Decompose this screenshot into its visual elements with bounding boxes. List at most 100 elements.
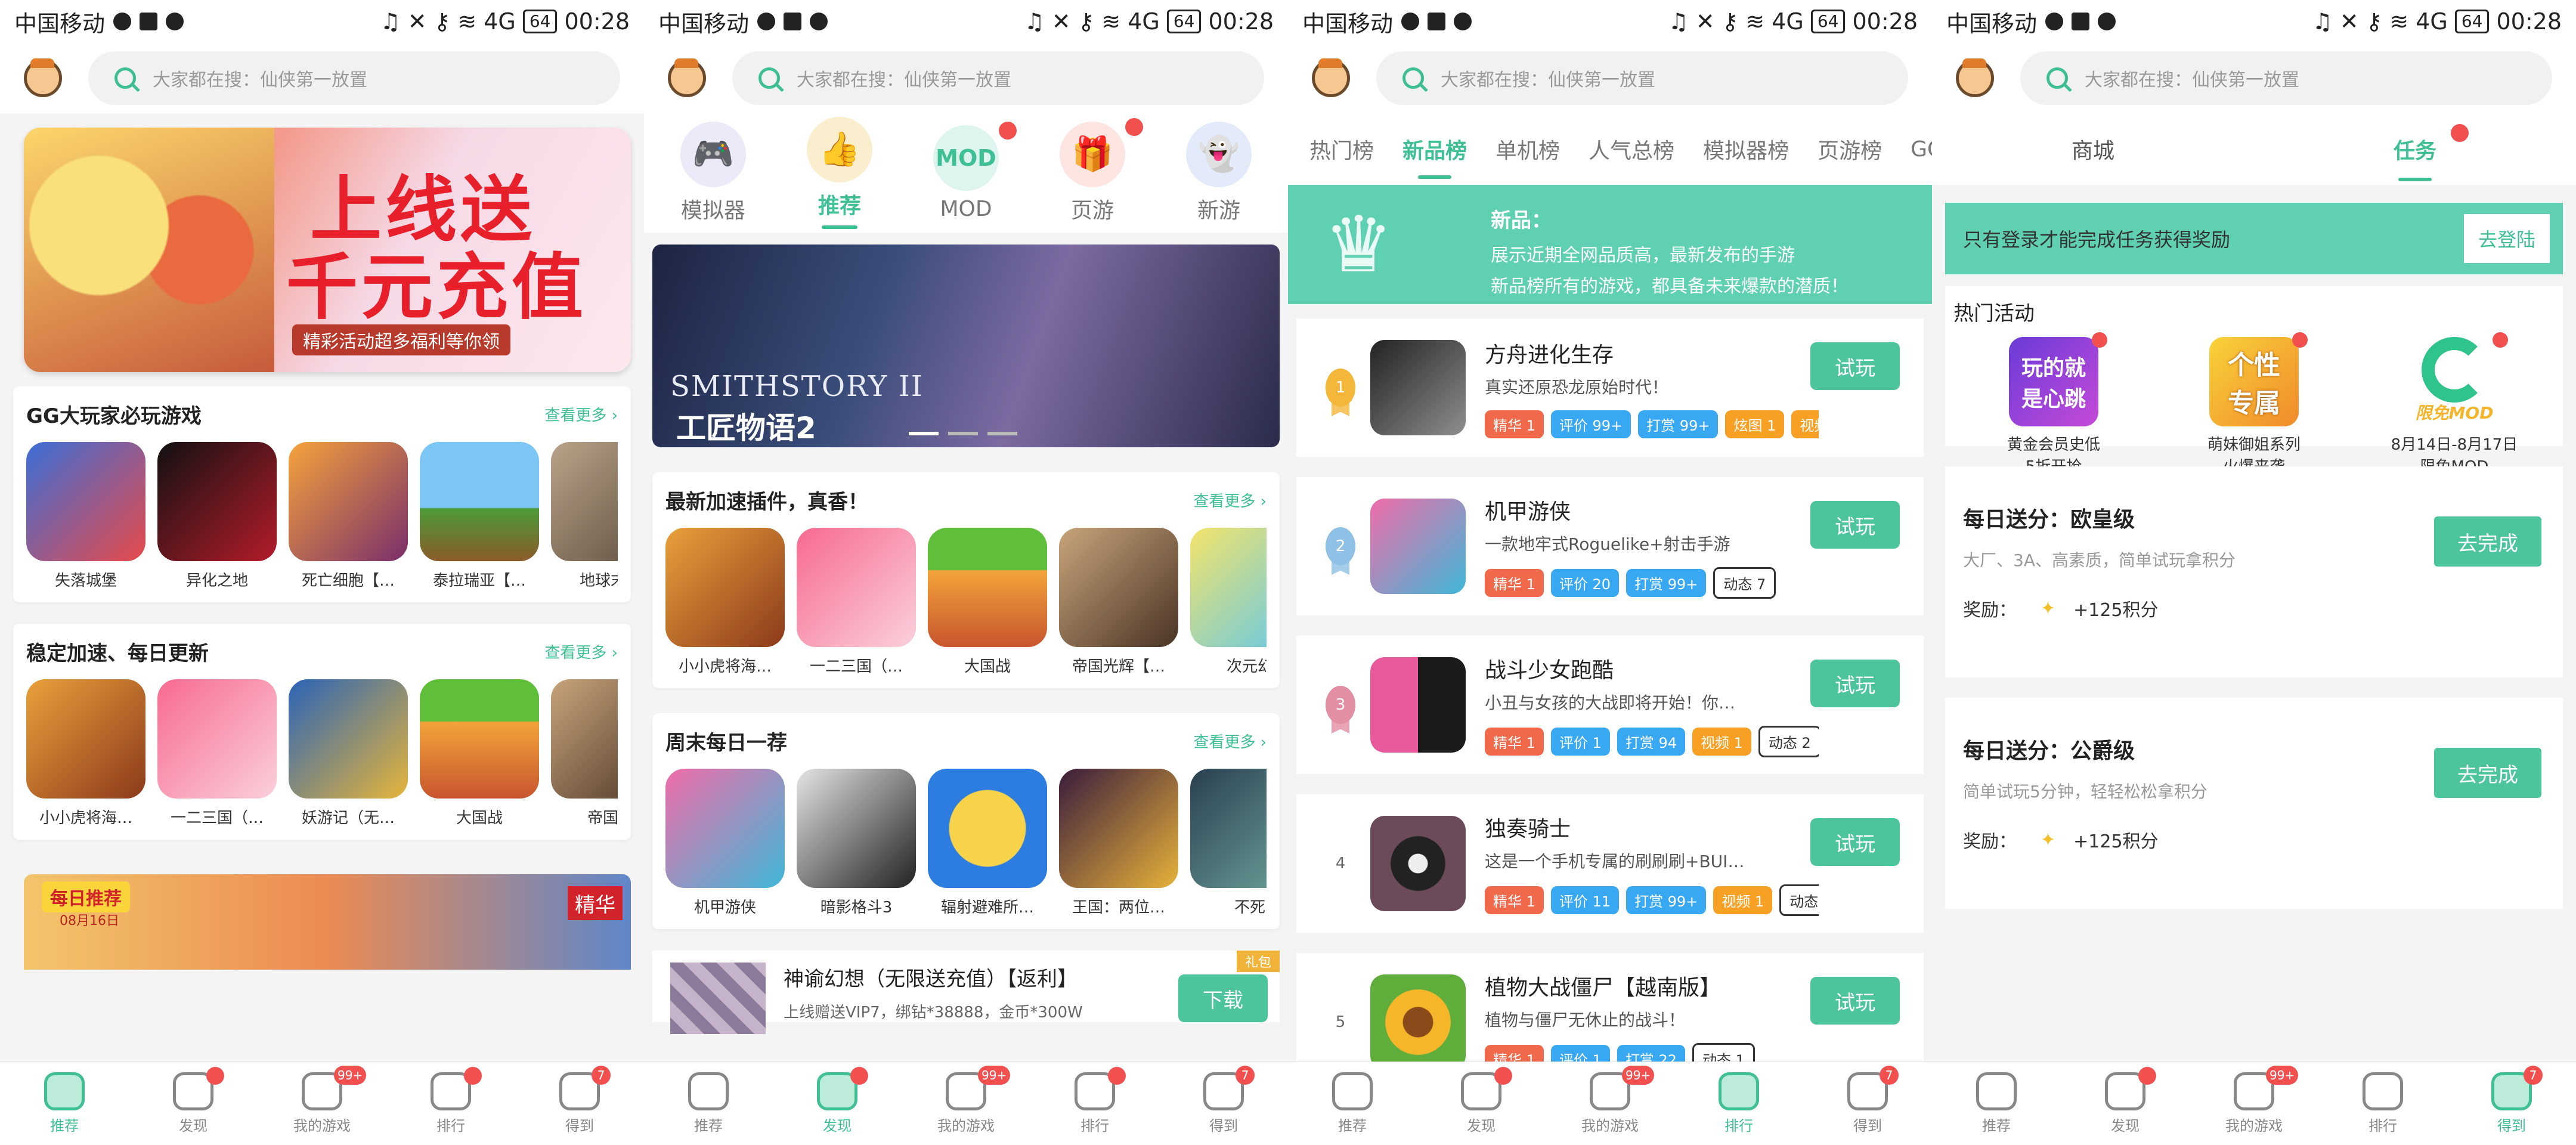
search-placeholder: 大家都在搜：仙侠第一放置 [797, 70, 1011, 91]
game-item[interactable]: 泰拉瑞亚【… [420, 442, 539, 590]
key-icon: ⚷ [1078, 8, 1095, 35]
thumbs-up-icon [44, 1072, 85, 1110]
complete-task-button[interactable]: 去完成 [2434, 516, 2541, 567]
search-input[interactable]: 大家都在搜：仙侠第一放置 [2020, 51, 2552, 105]
game-item[interactable]: 大国战 [420, 679, 539, 828]
category-mod[interactable]: MOD MOD [933, 121, 1017, 221]
nav-my-games[interactable]: 我的游戏 99+ [258, 1062, 386, 1145]
game-item[interactable]: 地球末日 [551, 442, 618, 590]
activity-item[interactable]: 个性专属 萌妹御姐系列 火爆来袭 [2176, 332, 2332, 476]
nav-my-games[interactable]: 我的游戏 99+ [1546, 1062, 1674, 1145]
game-item[interactable]: 小小虎将海… [665, 528, 785, 676]
game-item[interactable]: 死亡细胞【… [289, 442, 408, 590]
see-more-link[interactable]: 查看更多 › [1193, 730, 1267, 752]
game-item[interactable]: 大国战 [928, 528, 1047, 676]
tab-popular[interactable]: 人气总榜 [1574, 134, 1689, 165]
see-more-link[interactable]: 查看更多 › [544, 640, 618, 663]
rank-item[interactable]: 4 独奏骑士 这是一个手机专属的刷刷刷+BUIL… 精华 1 评价 11 打赏 99… [1296, 794, 1924, 933]
bottom-nav: 推荐 发现 我的游戏 99+ 排行 得到 7 [1932, 1062, 2576, 1145]
category-webgame[interactable]: 🎁 页游 [1060, 118, 1143, 224]
category-recommend[interactable]: 👍 推荐 [807, 117, 872, 229]
game-item[interactable]: 一二三国（… [157, 679, 277, 828]
tab-webgame[interactable]: 页游榜 [1803, 134, 1896, 165]
search-input[interactable]: 大家都在搜：仙侠第一放置 [88, 51, 620, 105]
play-button[interactable]: 试玩 [1810, 501, 1900, 549]
nav-ranking[interactable]: 排行 [386, 1062, 515, 1145]
game-item[interactable]: 帝国光 [551, 679, 618, 828]
nav-recommend[interactable]: 推荐 [1288, 1062, 1417, 1145]
nav-earn[interactable]: 得到 7 [1803, 1062, 1932, 1145]
task-card: 每日送分：欧皇级 大厂、3A、高素质，简单试玩拿积分 奖励： ✦ +125积分 … [1945, 466, 2563, 677]
play-button[interactable]: 试玩 [1810, 342, 1900, 390]
home-banner[interactable]: 上线送 千元充值 精彩活动超多福利等你领 [24, 128, 631, 372]
game-item[interactable]: 小小虎将海… [26, 679, 145, 828]
game-item[interactable]: 辐射避难所… [928, 769, 1047, 917]
search-input[interactable]: 大家都在搜：仙侠第一放置 [1376, 51, 1908, 105]
nav-ranking[interactable]: 排行 [1030, 1062, 1159, 1145]
activity-item[interactable]: 限免MOD 8月14日-8月17日 限免MOD [2377, 332, 2532, 476]
category-emulator[interactable]: 🎮 模拟器 [680, 122, 746, 224]
play-button[interactable]: 试玩 [1810, 977, 1900, 1025]
nav-recommend[interactable]: 推荐 [0, 1062, 129, 1145]
game-item[interactable]: 不死 [1190, 769, 1267, 917]
tab-single[interactable]: 单机榜 [1481, 134, 1574, 165]
nav-recommend[interactable]: 推荐 [1932, 1062, 2061, 1145]
rank-item[interactable]: 2 机甲游侠 一款地牢式Roguelike+射击手游 精华 1 评价 20 打赏 9… [1296, 477, 1924, 615]
game-icon [1370, 340, 1466, 435]
see-more-link[interactable]: 查看更多 › [1193, 489, 1267, 511]
download-button[interactable]: 下载 [1178, 974, 1268, 1022]
tab-tasks[interactable]: 任务 [2254, 124, 2576, 181]
activity-item[interactable]: 玩的就是心跳 黄金会员史低 5折开抢 [1976, 332, 2131, 476]
nav-earn[interactable]: 得到 7 [1159, 1062, 1288, 1145]
game-item[interactable]: 机甲游侠 [665, 769, 785, 917]
nav-earn[interactable]: 得到 7 [2447, 1062, 2576, 1145]
nav-recommend[interactable]: 推荐 [644, 1062, 773, 1145]
tab-hot[interactable]: 热门榜 [1295, 134, 1388, 165]
gift-tag: 礼包 [1236, 951, 1280, 972]
banner-game-title: 工匠物语2 [676, 411, 816, 445]
game-icon [420, 442, 539, 561]
avatar[interactable] [24, 58, 62, 97]
rank-item[interactable]: 3 战斗少女跑酷 小丑与女孩的大战即将开始！你… 精华 1 评价 1 打赏 94 视频… [1296, 636, 1924, 774]
play-button[interactable]: 试玩 [1810, 660, 1900, 707]
phone-screen-ranking: 中国移动 ♫ ✕ ⚷ ≋ 4G 64 00:28 大家都在搜：仙侠第一放置 热门… [1288, 0, 1932, 1145]
game-item[interactable]: 王国：两位… [1059, 769, 1178, 917]
gift-icon: 🎁 [1060, 122, 1125, 187]
login-button[interactable]: 去登陆 [2463, 214, 2550, 263]
featured-banner[interactable]: SMITHSTORY II 工匠物语2 [652, 245, 1280, 447]
nav-my-games[interactable]: 我的游戏 99+ [902, 1062, 1030, 1145]
game-item[interactable]: 失落城堡 [26, 442, 145, 590]
tab-emulator[interactable]: 模拟器榜 [1689, 134, 1803, 165]
search-input[interactable]: 大家都在搜：仙侠第一放置 [732, 51, 1264, 105]
play-button[interactable]: 试玩 [1810, 818, 1900, 866]
nav-discover[interactable]: 发现 [129, 1062, 258, 1145]
nav-discover[interactable]: 发现 [1417, 1062, 1546, 1145]
game-item[interactable]: 妖游记（无… [289, 679, 408, 828]
search-icon [114, 67, 136, 89]
mute-icon: ✕ [407, 8, 427, 35]
daily-promo-banner[interactable]: 每日推荐 08月16日 精华 [24, 874, 631, 970]
complete-task-button[interactable]: 去完成 [2434, 748, 2541, 798]
rank-item[interactable]: 1 方舟进化生存 真实还原恐龙原始时代！ 精华 1 评价 99+ 打赏 99+ 炫图 … [1296, 318, 1924, 457]
nav-discover[interactable]: 发现 [773, 1062, 902, 1145]
tab-new[interactable]: 新品榜 [1388, 134, 1481, 165]
game-item[interactable]: 次元幻 [1190, 528, 1267, 676]
category-new-games[interactable]: 👻 新游 [1186, 122, 1252, 224]
nav-my-games[interactable]: 我的游戏 99+ [2190, 1062, 2318, 1145]
tab-gg[interactable]: GG [1896, 137, 1932, 162]
game-item[interactable]: 暗影格斗3 [797, 769, 916, 917]
mute-icon: ✕ [1051, 8, 1071, 35]
tab-shop[interactable]: 商城 [1932, 134, 2254, 165]
active-indicator [2398, 178, 2432, 181]
nav-ranking[interactable]: 排行 [2318, 1062, 2447, 1145]
nav-discover[interactable]: 发现 [2061, 1062, 2190, 1145]
game-item[interactable]: 帝国光辉【… [1059, 528, 1178, 676]
nav-ranking[interactable]: 排行 [1674, 1062, 1803, 1145]
game-item[interactable]: 一二三国（… [797, 528, 916, 676]
avatar[interactable] [1956, 58, 1994, 97]
see-more-link[interactable]: 查看更多 › [544, 403, 618, 425]
avatar[interactable] [1312, 58, 1350, 97]
nav-earn[interactable]: 得到 7 [515, 1062, 644, 1145]
game-item[interactable]: 异化之地 [157, 442, 277, 590]
avatar[interactable] [668, 58, 706, 97]
